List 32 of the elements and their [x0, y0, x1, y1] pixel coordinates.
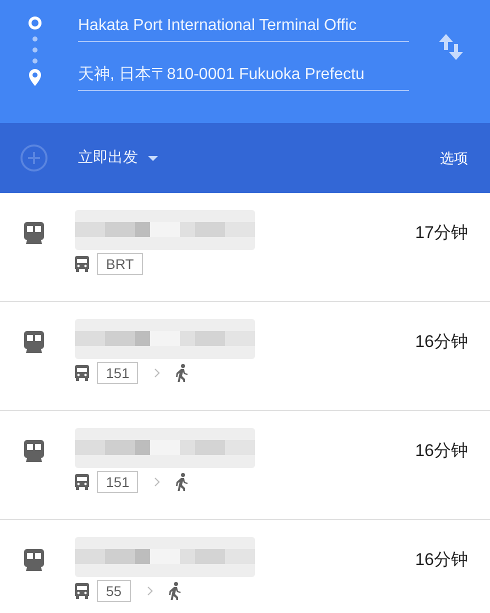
chevron-icon: [154, 368, 160, 378]
route-item[interactable]: 151 16分钟: [0, 411, 490, 520]
route-dots-icon: [28, 16, 42, 86]
swap-button[interactable]: [439, 34, 463, 60]
chevron-icon: [154, 477, 160, 487]
route-duration: 16分钟: [415, 440, 468, 462]
route-duration: 16分钟: [415, 549, 468, 571]
bus-icon: [75, 365, 89, 381]
bus-icon: [75, 474, 89, 490]
caret-icon: [148, 156, 158, 160]
route-item[interactable]: 55 16分钟: [0, 520, 490, 613]
train-icon: [24, 331, 44, 353]
line-number: 151: [97, 471, 138, 493]
chevron-icon: [146, 586, 153, 596]
bus-icon: [75, 583, 89, 599]
route-item[interactable]: 151 16分钟: [0, 302, 490, 411]
bus-icon: [75, 256, 89, 272]
train-icon: [24, 440, 44, 462]
line-number: BRT: [97, 253, 143, 275]
line-number: 151: [97, 362, 138, 384]
route-duration: 16分钟: [415, 331, 468, 353]
route-item[interactable]: BRT 17分钟: [0, 193, 490, 302]
options-button[interactable]: 选项: [440, 148, 468, 168]
walking-person-icon: [168, 582, 181, 600]
route-duration: 17分钟: [415, 222, 468, 244]
walking-person-icon: [176, 473, 188, 491]
departure-time-dropdown[interactable]: 立即出发: [78, 146, 158, 170]
line-number: 55: [97, 580, 131, 602]
train-icon: [24, 549, 44, 571]
train-icon: [24, 222, 44, 244]
add-icon[interactable]: [20, 144, 48, 172]
walking-person-icon: [176, 364, 188, 382]
